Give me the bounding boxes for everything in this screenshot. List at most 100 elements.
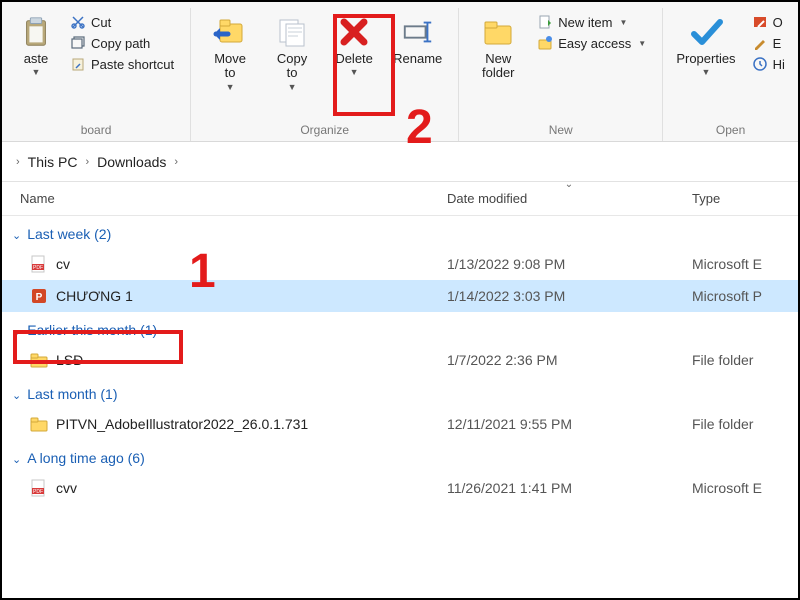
chevron-right-icon: › (174, 156, 178, 168)
chevron-right-icon: › (85, 156, 89, 168)
copy-path-icon (70, 35, 86, 51)
column-date-label: Date modified (447, 191, 527, 206)
file-date: 1/7/2022 2:36 PM (447, 352, 692, 368)
breadcrumb-this-pc[interactable]: This PC (28, 154, 78, 170)
file-row[interactable]: PITVN_AdobeIllustrator2022_26.0.1.731 12… (2, 408, 798, 440)
file-row[interactable]: LSĐ 1/7/2022 2:36 PM File folder (2, 344, 798, 376)
rename-button[interactable]: Rename (387, 11, 448, 69)
delete-button[interactable]: Delete ▼ (325, 11, 383, 80)
delete-label: Delete (335, 52, 373, 66)
open-group-label: Open (669, 120, 792, 141)
chevron-down-icon: ⌄ (12, 453, 21, 466)
chevron-down-icon: ⌄ (12, 389, 21, 402)
paste-shortcut-button[interactable]: Paste shortcut (68, 55, 176, 73)
group-label: Last month (1) (27, 386, 117, 402)
chevron-right-icon: › (16, 156, 20, 168)
new-item-icon (537, 14, 553, 30)
history-button[interactable]: Hi (750, 55, 787, 73)
file-name: LSĐ (56, 352, 83, 368)
clipboard-group-label: board (8, 120, 184, 141)
group-last-week[interactable]: ⌄ Last week (2) (2, 216, 798, 248)
move-to-button[interactable]: Move to ▼ (201, 11, 259, 95)
open-label: O (773, 15, 783, 30)
file-date: 1/13/2022 9:08 PM (447, 256, 692, 272)
cut-label: Cut (91, 15, 111, 30)
paste-shortcut-label: Paste shortcut (91, 57, 174, 72)
easy-access-button[interactable]: Easy access ▼ (535, 34, 648, 52)
folder-icon (30, 415, 48, 433)
file-type: File folder (692, 352, 798, 368)
group-label: Last week (2) (27, 226, 111, 242)
new-group-label: New (465, 120, 656, 141)
file-type: Microsoft E (692, 480, 798, 496)
file-type: Microsoft P (692, 288, 798, 304)
file-type: File folder (692, 416, 798, 432)
copy-path-label: Copy path (91, 36, 150, 51)
chevron-down-icon: ⌄ (12, 229, 21, 242)
history-label: Hi (773, 57, 785, 72)
open-icon (752, 14, 768, 30)
new-item-label: New item (558, 15, 612, 30)
column-name-label: Name (20, 191, 55, 206)
file-row-selected[interactable]: P CHƯƠNG 1 1/14/2022 3:03 PM Microsoft P (2, 280, 798, 312)
file-type: Microsoft E (692, 256, 798, 272)
move-to-icon (212, 14, 248, 50)
column-date-modified[interactable]: ⌄ Date modified (447, 182, 692, 215)
edit-icon (752, 35, 768, 51)
group-long-time-ago[interactable]: ⌄ A long time ago (6) (2, 440, 798, 472)
pdf-icon: PDF (30, 479, 48, 497)
cut-button[interactable]: Cut (68, 13, 176, 31)
group-label: A long time ago (6) (27, 450, 145, 466)
checkmark-icon (688, 14, 724, 50)
column-type[interactable]: Type (692, 182, 798, 215)
paste-shortcut-icon (70, 56, 86, 72)
chevron-down-icon: ▼ (32, 67, 41, 77)
chevron-down-icon: ▼ (619, 18, 627, 27)
column-name[interactable]: Name (2, 182, 447, 215)
chevron-down-icon: ▼ (288, 82, 297, 92)
paste-button[interactable]: aste ▼ (12, 11, 60, 80)
column-headers: Name ⌄ Date modified Type (2, 182, 798, 216)
group-label: Earlier this month (1) (27, 322, 157, 338)
chevron-down-icon: ▼ (350, 67, 359, 77)
move-to-label: Move to (214, 52, 246, 81)
clipboard-group: aste ▼ Cut Copy path Paste shortcut boar… (2, 8, 191, 141)
column-type-label: Type (692, 191, 720, 206)
ribbon: aste ▼ Cut Copy path Paste shortcut boar… (2, 2, 798, 142)
copy-to-button[interactable]: Copy to ▼ (263, 11, 321, 95)
file-date: 1/14/2022 3:03 PM (447, 288, 692, 304)
copy-path-button[interactable]: Copy path (68, 34, 176, 52)
file-date: 11/26/2021 1:41 PM (447, 480, 692, 496)
paste-label: aste (24, 52, 49, 66)
chevron-down-icon: ▼ (226, 82, 235, 92)
easy-access-icon (537, 35, 553, 51)
scissors-icon (70, 14, 86, 30)
rename-icon (400, 14, 436, 50)
file-row[interactable]: PDF cvv 11/26/2021 1:41 PM Microsoft E (2, 472, 798, 504)
organize-group-label: Organize (197, 120, 452, 141)
powerpoint-icon: P (30, 287, 48, 305)
chevron-down-icon: ▼ (701, 67, 710, 77)
file-name: PITVN_AdobeIllustrator2022_26.0.1.731 (56, 416, 308, 432)
properties-button[interactable]: Properties ▼ (670, 11, 741, 80)
group-last-month[interactable]: ⌄ Last month (1) (2, 376, 798, 408)
file-date: 12/11/2021 9:55 PM (447, 416, 692, 432)
chevron-down-icon: ⌄ (12, 325, 21, 338)
breadcrumb-downloads[interactable]: Downloads (97, 154, 166, 170)
file-name: cvv (56, 480, 77, 496)
file-name: cv (56, 256, 70, 272)
new-item-button[interactable]: New item ▼ (535, 13, 648, 31)
pdf-icon: PDF (30, 255, 48, 273)
history-icon (752, 56, 768, 72)
svg-text:PDF: PDF (33, 489, 43, 495)
edit-button[interactable]: E (750, 34, 787, 52)
open-button[interactable]: O (750, 13, 787, 31)
file-row[interactable]: PDF cv 1/13/2022 9:08 PM Microsoft E (2, 248, 798, 280)
properties-label: Properties (676, 52, 735, 66)
rename-label: Rename (393, 52, 442, 66)
breadcrumb[interactable]: › This PC › Downloads › (2, 142, 798, 182)
new-folder-button[interactable]: New folder (469, 11, 527, 84)
new-folder-label: New folder (482, 52, 515, 81)
group-earlier-this-month[interactable]: ⌄ Earlier this month (1) (2, 312, 798, 344)
new-group: New folder New item ▼ Easy access ▼ New (459, 8, 663, 141)
